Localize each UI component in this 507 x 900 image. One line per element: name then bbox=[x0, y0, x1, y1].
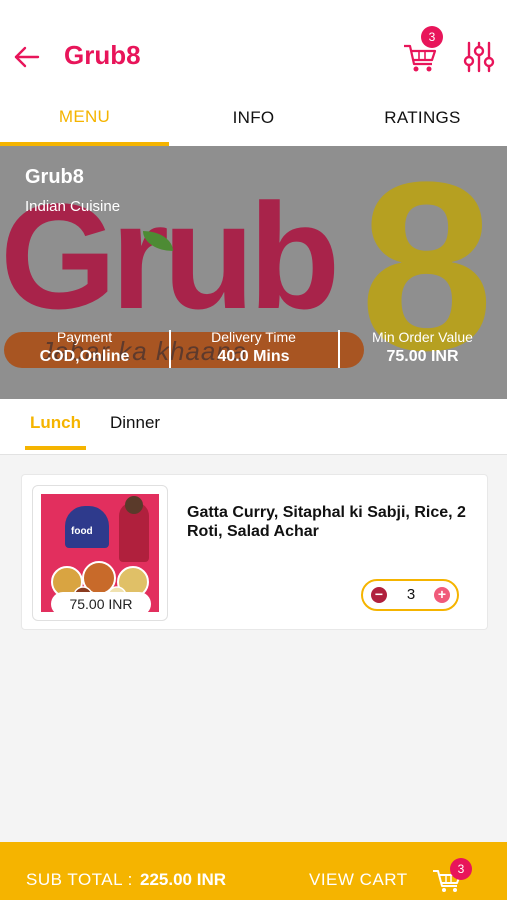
stat-label: Payment bbox=[56, 329, 113, 345]
promo-word: food bbox=[71, 526, 93, 537]
tab-ratings[interactable]: RATINGS bbox=[338, 92, 507, 146]
meal-tabs: Lunch Dinner bbox=[0, 399, 507, 455]
stat-value: COD,Online bbox=[39, 348, 130, 365]
menu-item-card[interactable]: food 75.00 INR Gatta Curry, Sitaphal ki … bbox=[21, 474, 488, 630]
increase-quantity-button[interactable]: + bbox=[434, 587, 450, 603]
quantity-value: 3 bbox=[406, 586, 416, 603]
restaurant-name: Grub8 bbox=[25, 166, 84, 188]
page-title: Grub8 bbox=[64, 40, 141, 70]
stat-label: Min Order Value bbox=[372, 329, 473, 345]
decrease-quantity-button[interactable]: − bbox=[371, 587, 387, 603]
chef-head bbox=[125, 496, 143, 514]
cart-footer: SUB TOTAL : 225.00 INR VIEW CART 3 bbox=[0, 842, 507, 900]
active-tab-indicator bbox=[25, 446, 86, 450]
item-title: Gatta Curry, Sitaphal ki Sabji, Rice, 2 … bbox=[187, 504, 466, 540]
stat-value: 40.0 Mins bbox=[217, 348, 290, 365]
stat-label: Delivery Time bbox=[211, 329, 296, 345]
restaurant-tabs: MENU INFO RATINGS bbox=[0, 92, 507, 146]
tab-dinner[interactable]: Dinner bbox=[110, 413, 160, 433]
subtotal-value: 225.00 INR bbox=[140, 870, 226, 889]
stat-value: 75.00 INR bbox=[386, 348, 459, 365]
restaurant-banner: Grub 8 Jabar ka khaana Grub8 Indian Cuis… bbox=[0, 146, 507, 399]
sliders-icon[interactable] bbox=[462, 40, 496, 74]
item-thumbnail[interactable]: food 75.00 INR bbox=[32, 485, 168, 621]
view-cart-button[interactable]: VIEW CART bbox=[309, 870, 408, 890]
quantity-stepper: − 3 + bbox=[361, 579, 459, 611]
tab-menu[interactable]: MENU bbox=[0, 92, 169, 146]
tab-lunch[interactable]: Lunch bbox=[30, 413, 81, 433]
subtotal-label: SUB TOTAL : bbox=[26, 870, 133, 889]
cuisine-label: Indian Cuisine bbox=[25, 198, 121, 215]
restaurant-stats: Payment COD,Online Delivery Time 40.0 Mi… bbox=[0, 328, 507, 372]
item-price: 75.00 INR bbox=[51, 592, 151, 616]
arrow-left-icon[interactable] bbox=[12, 44, 42, 70]
app-header: Grub8 3 bbox=[0, 0, 507, 92]
cart-count-badge: 3 bbox=[450, 858, 472, 880]
cart-count-badge: 3 bbox=[421, 26, 443, 48]
tab-info[interactable]: INFO bbox=[169, 92, 338, 146]
stat-payment: Payment COD,Online bbox=[0, 328, 169, 372]
stat-min-order: Min Order Value 75.00 INR bbox=[338, 328, 507, 372]
stat-delivery-time: Delivery Time 40.0 Mins bbox=[169, 328, 338, 372]
